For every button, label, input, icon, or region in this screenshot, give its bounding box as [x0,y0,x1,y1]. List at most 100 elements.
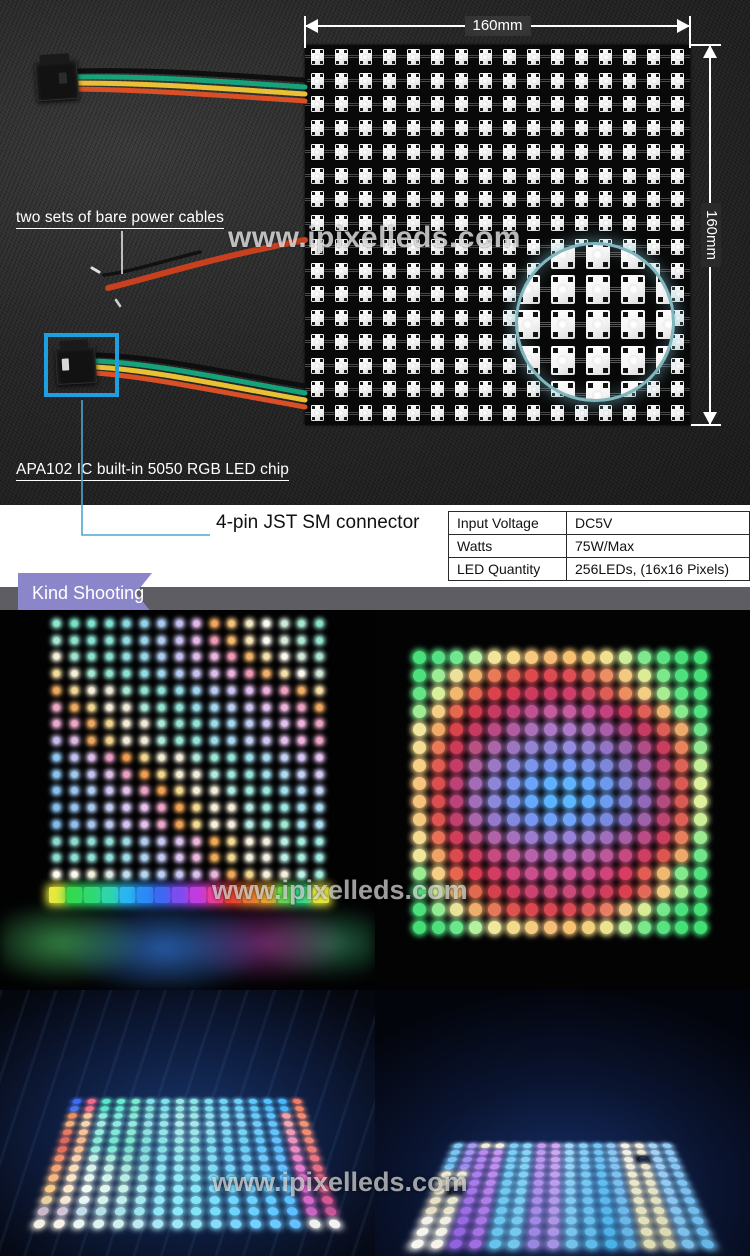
lit-led [490,1227,504,1237]
lit-led [209,869,220,880]
led-cell [377,188,402,212]
lit-led [449,1188,461,1194]
led-lens-icon [434,338,441,345]
lit-led [244,618,255,629]
lit-led [694,830,708,844]
led-lens-icon [530,196,537,203]
lit-led [637,848,651,862]
led-cell [305,69,330,93]
lit-led [156,836,167,847]
led-cell [617,69,642,93]
lit-led [487,866,501,880]
lit-led [664,1150,676,1155]
lit-led [431,722,445,736]
lit-led [242,1164,254,1172]
led-package [334,357,348,374]
led-cell [401,45,426,69]
lit-led [121,769,132,780]
lit-led [121,718,132,729]
lit-led-core [210,804,218,812]
lit-led [228,1195,240,1204]
magnified-led-package [621,245,646,270]
lit-led [492,1216,506,1225]
led-lens-icon [626,53,633,60]
led-package [334,381,348,398]
lit-led [248,1099,258,1104]
led-package [647,72,661,89]
lit-led-core [263,787,271,795]
magnified-led-cell [615,272,652,307]
led-package [310,191,324,208]
lit-led [156,752,167,763]
led-cell [593,116,618,140]
led-package [671,120,685,137]
lit-led [620,1143,631,1149]
led-cell [329,259,354,283]
lit-led [314,735,325,746]
lit-led-core [298,753,306,761]
magnified-led-cell [615,343,652,378]
lit-led [525,740,539,754]
lit-led-core [245,653,253,661]
lit-led [640,1164,652,1170]
lit-led [244,785,255,796]
lit-led [581,902,595,916]
lit-led [314,702,325,713]
lit-led-core [88,636,96,644]
lit-led [174,1121,184,1127]
lit-led-core [158,720,166,728]
lit-led [51,668,62,679]
led-lens-icon [410,148,417,155]
lit-led-core [193,804,201,812]
lit-led [296,635,307,646]
lit-led-core [315,636,323,644]
lit-led-core [158,703,166,711]
lit-led [226,1174,237,1182]
led-cell [497,45,522,69]
lit-led [581,686,595,700]
lit-led [86,735,97,746]
lit-led [261,735,272,746]
led-cell [569,140,594,164]
led-lens-icon [554,125,561,132]
lit-led [412,740,426,754]
lit-led [174,685,185,696]
led-lens-icon [554,172,561,179]
lit-led-core [315,703,323,711]
led-package [334,48,348,65]
lit-led [565,1143,574,1149]
lit-led [675,758,689,772]
lit-led [637,704,651,718]
lit-led [121,869,132,880]
led-cell [353,401,378,425]
lit-led [525,920,539,934]
lit-led [175,1113,184,1119]
led-lens-icon [578,53,585,60]
led-package [575,215,589,232]
led-package [358,143,372,160]
lit-led [51,651,62,662]
lit-led-core [123,636,131,644]
led-lens-icon [674,243,681,250]
lit-led [655,1216,669,1225]
lit-led [314,618,325,629]
led-package [623,120,637,137]
lit-led [86,718,97,729]
led-package [647,215,661,232]
lit-led [506,848,520,862]
led-package [358,310,372,327]
lit-led [206,1129,216,1135]
lit-led-core [245,753,253,761]
lit-led-core [315,820,323,828]
lit-led [104,735,115,746]
magnified-led-cell [518,343,546,378]
lit-led [210,1207,222,1216]
lit-led [51,752,62,763]
led-cell [449,45,474,69]
lit-led [191,836,202,847]
lit-led [317,1184,330,1193]
lit-led [525,866,539,880]
lit-led [525,812,539,826]
lit-led [172,1207,183,1216]
lit-led [98,1113,108,1119]
